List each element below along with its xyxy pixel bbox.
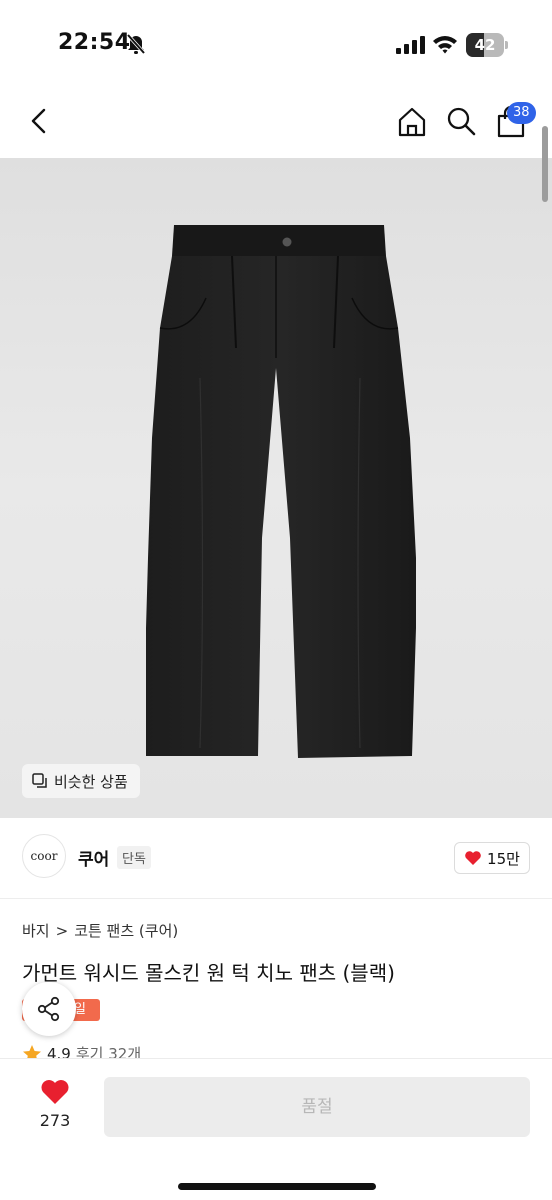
similar-products-button[interactable]: 비슷한 상품	[22, 764, 140, 798]
breadcrumb-separator: >	[55, 921, 69, 940]
wifi-icon	[433, 36, 457, 54]
product-image[interactable]	[0, 158, 552, 818]
bell-slash-icon	[126, 33, 146, 55]
brand-logo-text: coor	[30, 849, 58, 863]
battery-indicator: 42	[466, 33, 508, 57]
bottom-action-bar: 273 품절	[0, 1058, 552, 1200]
product-title: 가먼트 워시드 몰스킨 원 턱 치노 팬츠 (블랙)	[22, 961, 395, 985]
brand-like-count: 15만	[487, 849, 520, 868]
sold-out-button[interactable]: 품절	[104, 1077, 530, 1137]
breadcrumb-subcategory[interactable]: 코튼 팬츠 (쿠어)	[74, 920, 178, 941]
scrollbar[interactable]	[542, 126, 548, 202]
share-icon	[37, 996, 60, 1022]
brand-like-button[interactable]: 15만	[454, 842, 530, 874]
brand-name[interactable]: 쿠어	[78, 845, 109, 870]
wishlist-count: 273	[39, 1111, 71, 1130]
signal-icon	[396, 36, 425, 54]
heart-icon	[41, 1080, 69, 1104]
share-button[interactable]	[22, 982, 76, 1036]
cart-count-badge: 38	[507, 102, 536, 124]
status-time: 22:54	[58, 30, 131, 55]
product-photo-pants	[146, 225, 416, 758]
exclusive-tag: 단독	[117, 846, 151, 869]
heart-icon	[465, 851, 481, 865]
wishlist-button[interactable]: 273	[22, 1079, 88, 1130]
search-icon[interactable]	[446, 106, 476, 136]
similar-products-label: 비슷한 상품	[54, 772, 128, 791]
brand-row: coor 쿠어 단독 15만	[0, 818, 552, 898]
battery-level: 42	[474, 36, 496, 54]
back-icon[interactable]	[26, 106, 52, 136]
home-indicator	[178, 1183, 376, 1190]
breadcrumb-category[interactable]: 바지	[22, 920, 50, 941]
divider	[0, 898, 552, 899]
home-icon[interactable]	[396, 106, 428, 138]
similar-icon	[32, 773, 47, 788]
breadcrumb: 바지 > 코튼 팬츠 (쿠어)	[22, 920, 178, 941]
status-bar: 22:54 42	[0, 0, 552, 86]
top-navigation	[0, 86, 552, 158]
brand-logo[interactable]: coor	[22, 834, 66, 878]
